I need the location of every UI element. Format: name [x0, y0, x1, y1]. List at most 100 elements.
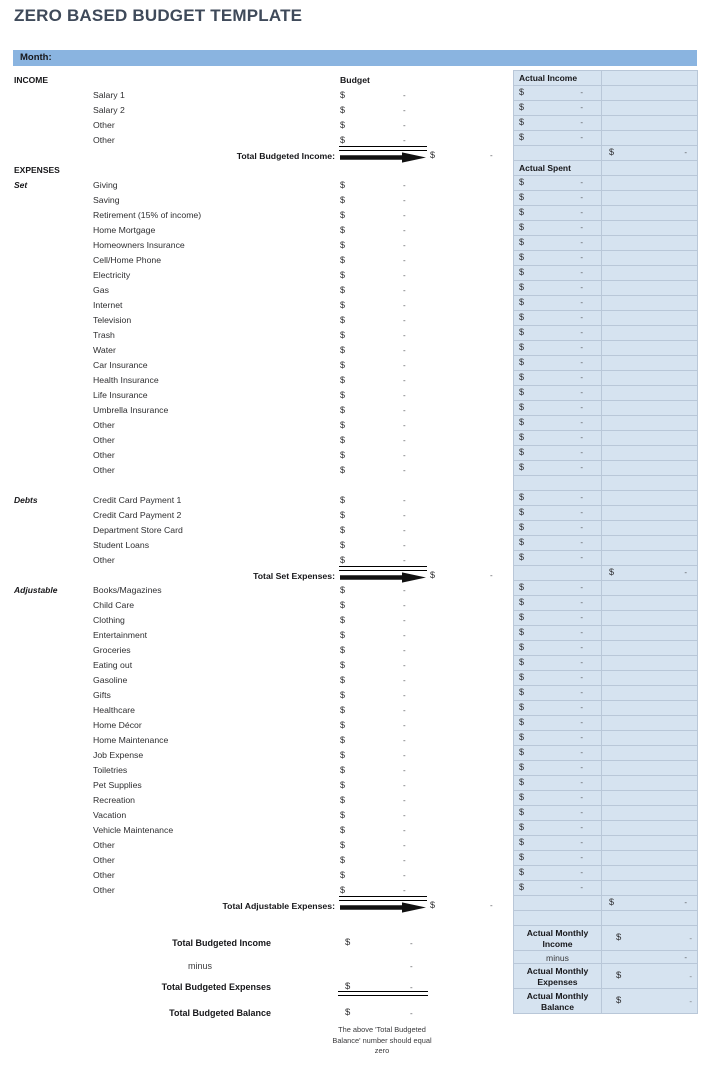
actual-amount-cell[interactable]: $ -	[514, 326, 602, 341]
budget-amount-dash[interactable]: -	[403, 796, 406, 805]
actual-amount-cell[interactable]: $ -	[514, 776, 602, 791]
actual-amount-cell[interactable]: $ -	[514, 686, 602, 701]
actual-amount-cell[interactable]: $ -	[514, 851, 602, 866]
actual-amount-cell[interactable]: $ -	[514, 716, 602, 731]
actual-amount-cell[interactable]: $ -	[514, 191, 602, 206]
budget-amount-dash[interactable]: -	[403, 586, 406, 595]
budget-amount-dash[interactable]: -	[403, 286, 406, 295]
actual-amount-cell[interactable]: $ -	[514, 581, 602, 596]
actual-amount-cell[interactable]: $ -	[514, 371, 602, 386]
budget-amount-dash[interactable]: -	[403, 316, 406, 325]
budget-amount-dash[interactable]: -	[403, 721, 406, 730]
actual-amount-cell[interactable]: $ -	[514, 806, 602, 821]
budget-amount-dash[interactable]: -	[403, 211, 406, 220]
actual-amount-cell[interactable]: $ -	[514, 176, 602, 191]
actual-amount-cell[interactable]: $ -	[514, 296, 602, 311]
actual-amount-cell[interactable]: $ -	[514, 881, 602, 896]
budget-amount-dash[interactable]: -	[403, 631, 406, 640]
budget-amount-dash[interactable]: -	[403, 526, 406, 535]
actual-amount-cell[interactable]: $ -	[514, 536, 602, 551]
actual-amount-cell[interactable]: $ -	[514, 86, 602, 101]
actual-amount-cell[interactable]: $ -	[514, 131, 602, 146]
budget-amount-dash[interactable]: -	[403, 886, 406, 895]
actual-amount-cell[interactable]: $ -	[514, 656, 602, 671]
budget-amount-dash[interactable]: -	[403, 826, 406, 835]
actual-set-total-cell[interactable]: $ -	[602, 566, 698, 581]
budget-amount-dash[interactable]: -	[403, 541, 406, 550]
budget-amount-dash[interactable]: -	[403, 736, 406, 745]
budget-amount-dash[interactable]: -	[403, 451, 406, 460]
budget-amount-dash[interactable]: -	[403, 391, 406, 400]
actual-amount-cell[interactable]: $ -	[514, 206, 602, 221]
budget-amount-dash[interactable]: -	[403, 781, 406, 790]
actual-amount-cell[interactable]: $ -	[514, 731, 602, 746]
actual-amount-cell[interactable]: $ -	[514, 491, 602, 506]
actual-monthly-income-value[interactable]: $ -	[602, 926, 698, 951]
budget-amount-dash[interactable]: -	[403, 196, 406, 205]
budget-amount-dash[interactable]: -	[403, 691, 406, 700]
actual-income-total-cell[interactable]: $ -	[602, 146, 698, 161]
budget-amount-dash[interactable]: -	[403, 676, 406, 685]
actual-amount-cell[interactable]: $ -	[514, 551, 602, 566]
actual-amount-cell[interactable]: $ -	[514, 251, 602, 266]
actual-amount-cell[interactable]: $ -	[514, 611, 602, 626]
actual-amount-cell[interactable]: $ -	[514, 866, 602, 881]
actual-amount-cell[interactable]: $ -	[514, 596, 602, 611]
actual-amount-cell[interactable]: $ -	[514, 236, 602, 251]
budget-amount-dash[interactable]: -	[403, 136, 406, 145]
budget-amount-dash[interactable]: -	[403, 661, 406, 670]
actual-amount-cell[interactable]: $ -	[514, 461, 602, 476]
actual-amount-cell[interactable]: $ -	[514, 416, 602, 431]
actual-amount-cell[interactable]: $ -	[514, 401, 602, 416]
budget-amount-dash[interactable]: -	[403, 616, 406, 625]
budget-amount-dash[interactable]: -	[403, 181, 406, 190]
actual-amount-cell[interactable]: $ -	[514, 446, 602, 461]
actual-monthly-expenses-value[interactable]: $ -	[602, 964, 698, 989]
actual-amount-cell[interactable]: $ -	[514, 431, 602, 446]
actual-amount-cell[interactable]: $ -	[514, 341, 602, 356]
budget-amount-dash[interactable]: -	[403, 376, 406, 385]
budget-amount-dash[interactable]: -	[403, 496, 406, 505]
actual-amount-cell[interactable]: $ -	[514, 821, 602, 836]
budget-amount-dash[interactable]: -	[403, 241, 406, 250]
budget-amount-dash[interactable]: -	[403, 331, 406, 340]
budget-amount-dash[interactable]: -	[403, 751, 406, 760]
budget-amount-dash[interactable]: -	[403, 766, 406, 775]
budget-amount-dash[interactable]: -	[403, 301, 406, 310]
budget-amount-dash[interactable]: -	[403, 421, 406, 430]
actual-amount-cell[interactable]: $ -	[514, 281, 602, 296]
budget-amount-dash[interactable]: -	[403, 646, 406, 655]
actual-amount-cell[interactable]: $ -	[514, 761, 602, 776]
actual-amount-cell[interactable]: $ -	[514, 386, 602, 401]
budget-amount-dash[interactable]: -	[403, 406, 406, 415]
actual-amount-cell[interactable]: $ -	[514, 836, 602, 851]
budget-amount-dash[interactable]: -	[403, 361, 406, 370]
actual-amount-cell[interactable]: $ -	[514, 641, 602, 656]
budget-amount-dash[interactable]: -	[403, 436, 406, 445]
budget-amount-dash[interactable]: -	[403, 226, 406, 235]
budget-amount-dash[interactable]: -	[403, 841, 406, 850]
actual-amount-cell[interactable]: $ -	[514, 311, 602, 326]
actual-monthly-balance-value[interactable]: $ -	[602, 989, 698, 1014]
actual-amount-cell[interactable]: $ -	[514, 506, 602, 521]
actual-amount-cell[interactable]: $ -	[514, 116, 602, 131]
actual-amount-cell[interactable]: $ -	[514, 746, 602, 761]
actual-amount-cell[interactable]: $ -	[514, 221, 602, 236]
actual-amount-cell[interactable]: $ -	[514, 671, 602, 686]
budget-amount-dash[interactable]: -	[403, 811, 406, 820]
actual-adjustable-total-cell[interactable]: $ -	[602, 896, 698, 911]
actual-amount-cell[interactable]: $ -	[514, 791, 602, 806]
actual-amount-cell[interactable]: $ -	[514, 626, 602, 641]
budget-amount-dash[interactable]: -	[403, 256, 406, 265]
budget-amount-dash[interactable]: -	[403, 106, 406, 115]
budget-amount-dash[interactable]: -	[403, 346, 406, 355]
budget-amount-dash[interactable]: -	[403, 121, 406, 130]
actual-amount-cell[interactable]: $ -	[514, 701, 602, 716]
actual-amount-cell[interactable]: $ -	[514, 266, 602, 281]
budget-amount-dash[interactable]: -	[403, 511, 406, 520]
budget-amount-dash[interactable]: -	[403, 601, 406, 610]
actual-amount-cell[interactable]: $ -	[514, 356, 602, 371]
budget-amount-dash[interactable]: -	[403, 856, 406, 865]
budget-amount-dash[interactable]: -	[403, 271, 406, 280]
budget-amount-dash[interactable]: -	[403, 556, 406, 565]
